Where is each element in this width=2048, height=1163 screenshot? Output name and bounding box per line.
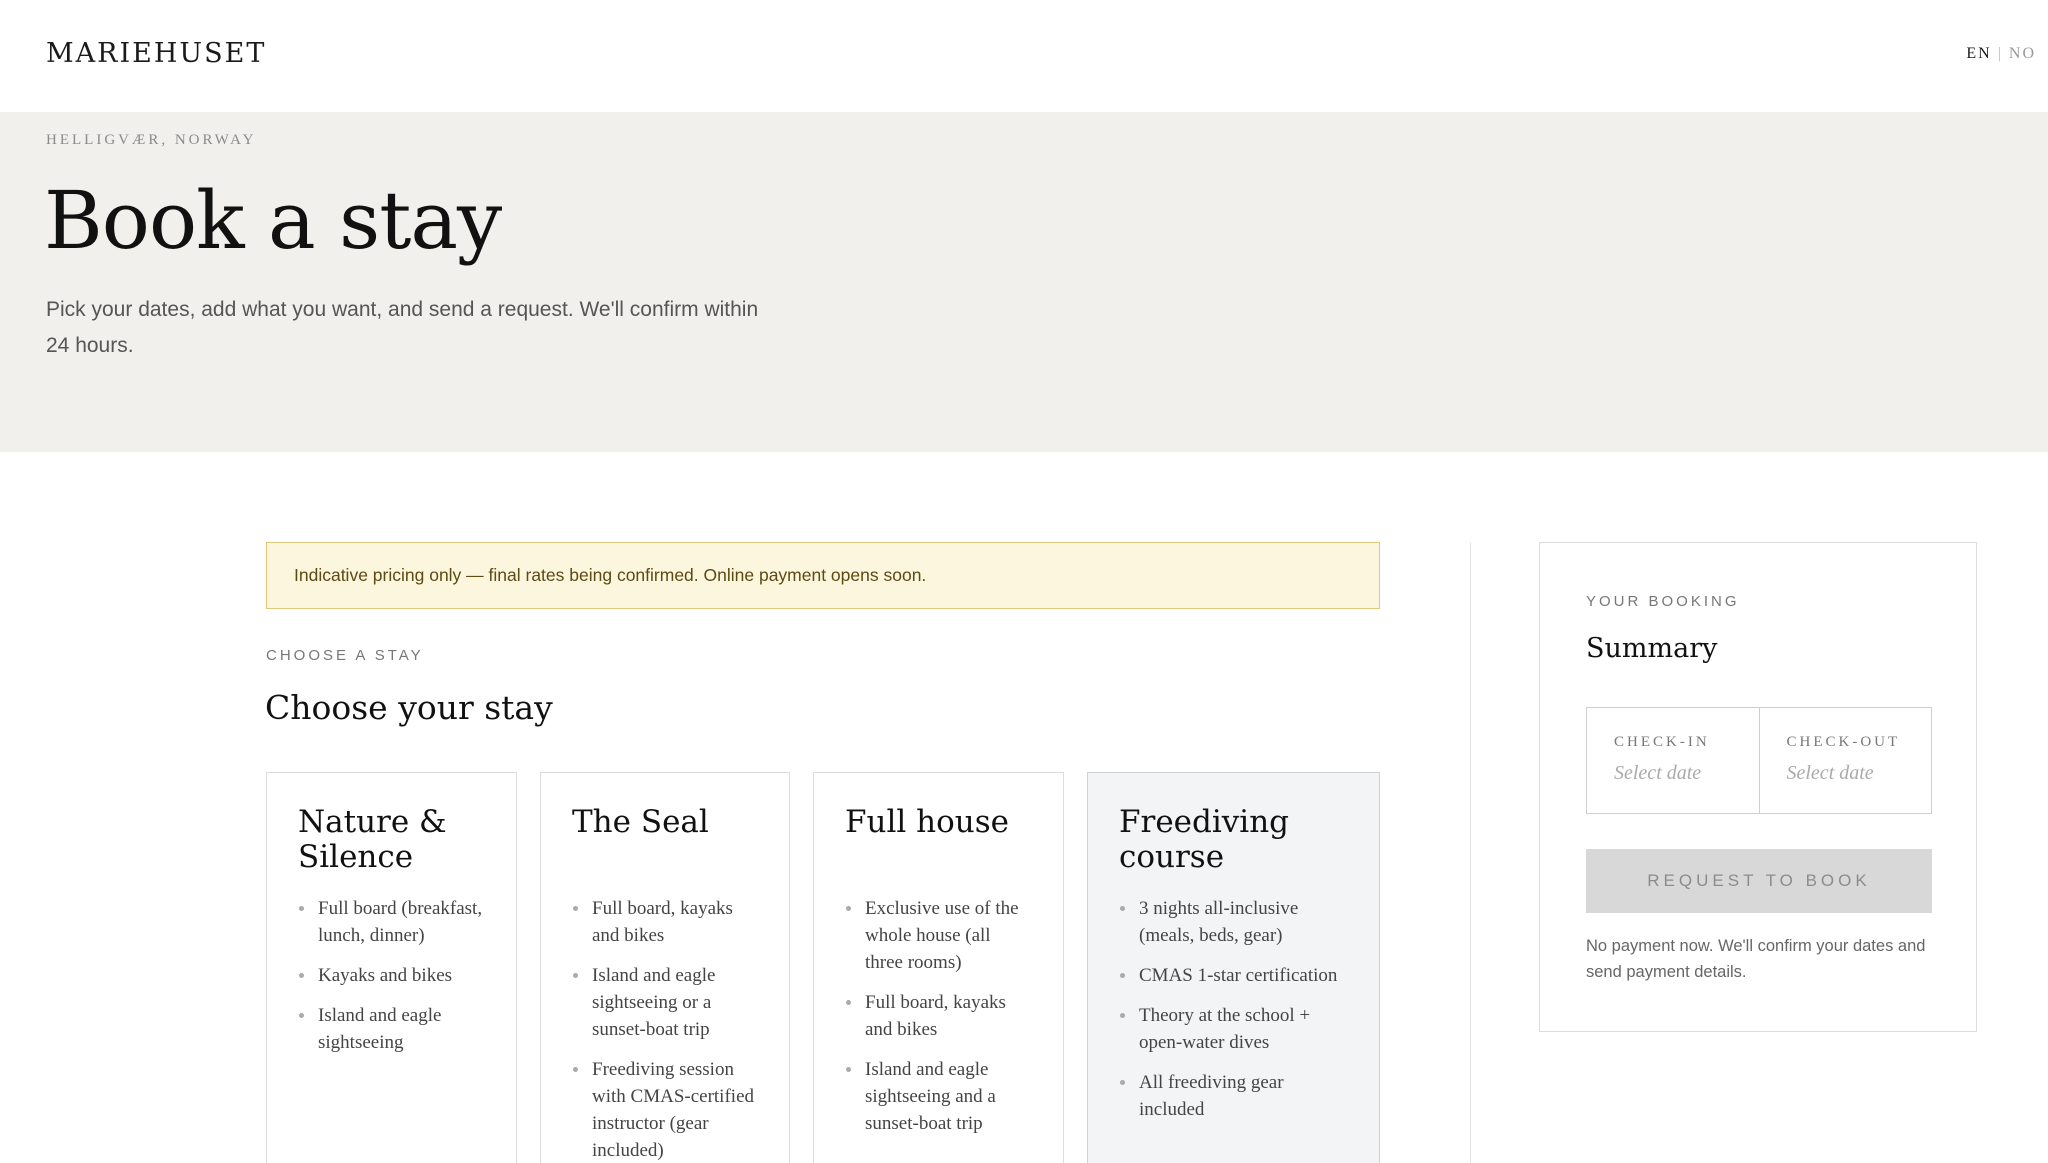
stays-eyebrow: CHOOSE A STAY — [266, 647, 424, 664]
stay-feature: Full board (breakfast, lunch, dinner) — [298, 895, 485, 949]
language-switcher: EN | NO — [1966, 45, 2036, 63]
stay-card-nature-silence[interactable]: Nature & Silence Full board (breakfast, … — [266, 772, 517, 1163]
stay-feature: All freediving gear included — [1119, 1069, 1348, 1123]
stay-feature-list: Exclusive use of the whole house (all th… — [845, 895, 1032, 1137]
stay-feature-list: Full board, kayaks and bikes Island and … — [572, 895, 758, 1163]
checkin-field[interactable]: CHECK-IN Select date — [1587, 708, 1759, 813]
stay-card-title: Full house — [845, 804, 1010, 840]
checkout-field[interactable]: CHECK-OUT Select date — [1758, 708, 1932, 813]
stay-feature-list: Full board (breakfast, lunch, dinner) Ka… — [298, 895, 485, 1056]
page-title: Book a stay — [44, 174, 502, 267]
stay-feature: Island and eagle sightseeing or a sunset… — [572, 962, 758, 1043]
checkin-value: Select date — [1614, 762, 1702, 784]
pricing-notice: Indicative pricing only — final rates be… — [266, 542, 1380, 609]
checkout-value: Select date — [1786, 762, 1874, 784]
lang-en-link[interactable]: EN — [1966, 45, 1991, 62]
booking-summary-panel: YOUR BOOKING Summary CHECK-IN Select dat… — [1539, 542, 1977, 1032]
page-subtitle: Pick your dates, add what you want, and … — [46, 298, 759, 357]
stay-card-title: The Seal — [572, 804, 709, 840]
stay-feature: Island and eagle sightseeing and a sunse… — [845, 1056, 1032, 1137]
brand-logo[interactable]: MARIEHUSET — [46, 38, 266, 69]
top-bar: MARIEHUSET EN | NO — [0, 0, 2048, 112]
stay-feature: CMAS 1-star certification — [1119, 962, 1348, 989]
summary-eyebrow: YOUR BOOKING — [1586, 593, 1740, 610]
stay-feature: Island and eagle sightseeing — [298, 1002, 485, 1056]
stay-card-title: Nature & Silence — [298, 804, 447, 875]
lang-separator: | — [1997, 45, 2003, 62]
summary-title: Summary — [1586, 633, 1718, 664]
stay-feature: Full board, kayaks and bikes — [572, 895, 758, 949]
location-eyebrow: HELLIGVÆR, NORWAY — [46, 132, 257, 148]
stay-feature: Freediving session with CMAS-certified i… — [572, 1056, 758, 1163]
stays-title: Choose your stay — [265, 688, 553, 727]
stay-card-full-house[interactable]: Full house Exclusive use of the whole ho… — [813, 772, 1064, 1163]
stay-feature-list: 3 nights all-inclusive (meals, beds, gea… — [1119, 895, 1348, 1123]
request-to-book-button[interactable]: REQUEST TO BOOK — [1586, 849, 1932, 913]
checkin-label: CHECK-IN — [1614, 734, 1710, 750]
column-divider — [1470, 542, 1471, 1163]
stay-feature: Exclusive use of the whole house (all th… — [845, 895, 1032, 976]
stay-card-the-seal[interactable]: The Seal Full board, kayaks and bikes Is… — [540, 772, 790, 1163]
hero-section: HELLIGVÆR, NORWAY Book a stay Pick your … — [0, 112, 2048, 452]
stay-feature: Theory at the school + open-water dives — [1119, 1002, 1348, 1056]
stay-feature: Full board, kayaks and bikes — [845, 989, 1032, 1043]
stay-card-title: Freediving course — [1119, 804, 1290, 875]
payment-note: No payment now. We'll confirm your dates… — [1586, 937, 1926, 981]
date-picker: CHECK-IN Select date CHECK-OUT Select da… — [1586, 707, 1932, 814]
checkout-label: CHECK-OUT — [1786, 734, 1901, 750]
stay-feature: Kayaks and bikes — [298, 962, 485, 989]
lang-no-link[interactable]: NO — [2009, 45, 2036, 62]
stay-card-freediving-course[interactable]: Freediving course 3 nights all-inclusive… — [1087, 772, 1380, 1163]
stay-feature: 3 nights all-inclusive (meals, beds, gea… — [1119, 895, 1348, 949]
